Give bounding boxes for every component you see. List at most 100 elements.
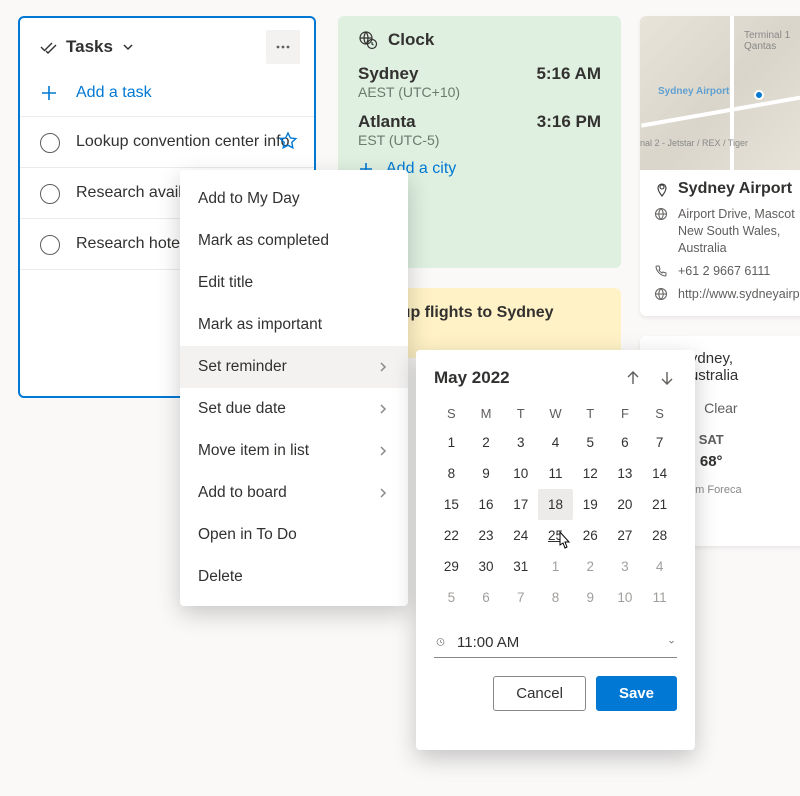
menu-item-label: Add to board: [198, 484, 287, 502]
calendar-day[interactable]: 6: [608, 427, 643, 458]
clock-header: Clock: [358, 30, 601, 50]
calendar-day[interactable]: 6: [469, 582, 504, 613]
weather-now-cond: Clear: [704, 400, 737, 416]
add-task-input[interactable]: Add a task: [20, 74, 314, 116]
menu-item-edit-title[interactable]: Edit title: [180, 262, 408, 304]
calendar-day[interactable]: 17: [503, 489, 538, 520]
map-address: Airport Drive, Mascot New South Wales, A…: [678, 206, 796, 257]
calendar-day[interactable]: 7: [642, 427, 677, 458]
calendar-day[interactable]: 8: [538, 582, 573, 613]
calendar-day[interactable]: 26: [573, 520, 608, 551]
arrow-up-icon[interactable]: [623, 368, 643, 388]
calendar-day[interactable]: 12: [573, 458, 608, 489]
menu-item-move-item-in-list[interactable]: Move item in list: [180, 430, 408, 472]
calendar-day[interactable]: 28: [642, 520, 677, 551]
tasks-icon: [38, 37, 58, 57]
more-button[interactable]: [266, 30, 300, 64]
calendar-day[interactable]: 2: [573, 551, 608, 582]
dow-header: S: [434, 400, 469, 427]
tasks-title-text: Tasks: [66, 37, 113, 57]
calendar-day[interactable]: 21: [642, 489, 677, 520]
calendar-day[interactable]: 14: [642, 458, 677, 489]
calendar-day[interactable]: 20: [608, 489, 643, 520]
menu-item-label: Set due date: [198, 400, 286, 418]
arrow-down-icon[interactable]: [657, 368, 677, 388]
task-checkbox[interactable]: [40, 235, 60, 255]
star-icon[interactable]: [278, 131, 298, 151]
calendar-day[interactable]: 16: [469, 489, 504, 520]
calendar-day[interactable]: 29: [434, 551, 469, 582]
calendar-day[interactable]: 8: [434, 458, 469, 489]
calendar-day[interactable]: 19: [573, 489, 608, 520]
calendar-day[interactable]: 13: [608, 458, 643, 489]
menu-item-set-reminder[interactable]: Set reminder: [180, 346, 408, 388]
calendar-day[interactable]: 2: [469, 427, 504, 458]
clock-city-tz: AEST (UTC+10): [358, 84, 601, 100]
clock-city-time: 3:16 PM: [537, 112, 601, 132]
calendar-day[interactable]: 10: [503, 458, 538, 489]
link-icon: [654, 287, 668, 301]
map-url[interactable]: http://www.sydneyairport.com: [678, 286, 800, 303]
task-checkbox[interactable]: [40, 184, 60, 204]
menu-item-label: Set reminder: [198, 358, 287, 376]
calendar-day[interactable]: 4: [642, 551, 677, 582]
calendar-day[interactable]: 11: [538, 458, 573, 489]
task-checkbox[interactable]: [40, 133, 60, 153]
calendar-day[interactable]: 11: [642, 582, 677, 613]
calendar-day[interactable]: 1: [434, 427, 469, 458]
clock-icon: [436, 633, 445, 651]
map-poi-label: nal 2 - Jetstar / REX / Tiger: [640, 138, 748, 148]
dow-header: F: [608, 400, 643, 427]
menu-item-mark-as-important[interactable]: Mark as important: [180, 304, 408, 346]
menu-item-add-to-board[interactable]: Add to board: [180, 472, 408, 514]
task-item[interactable]: Lookup convention center info: [20, 116, 314, 167]
menu-item-open-in-to-do[interactable]: Open in To Do: [180, 514, 408, 556]
calendar-day[interactable]: 15: [434, 489, 469, 520]
calendar-day[interactable]: 27: [608, 520, 643, 551]
calendar-day[interactable]: 31: [503, 551, 538, 582]
clock-city-name: Atlanta: [358, 112, 416, 132]
map-phone: +61 2 9667 6111: [678, 263, 770, 280]
calendar-day[interactable]: 9: [469, 458, 504, 489]
phone-icon: [654, 264, 668, 278]
plus-icon: [40, 84, 58, 102]
cancel-button[interactable]: Cancel: [493, 676, 586, 711]
chevron-down-icon: [121, 40, 135, 54]
menu-item-set-due-date[interactable]: Set due date: [180, 388, 408, 430]
time-input[interactable]: [457, 634, 656, 651]
menu-item-label: Add to My Day: [198, 190, 300, 208]
dow-header: S: [642, 400, 677, 427]
location-icon: [654, 182, 670, 198]
time-input-row[interactable]: [434, 627, 677, 658]
menu-item-add-to-my-day[interactable]: Add to My Day: [180, 178, 408, 220]
save-button[interactable]: Save: [596, 676, 677, 711]
calendar-day[interactable]: 18: [538, 489, 573, 520]
calendar-day[interactable]: 10: [608, 582, 643, 613]
calendar-day[interactable]: 25: [538, 520, 573, 551]
calendar-day[interactable]: 5: [434, 582, 469, 613]
weather-day: SAT 68°: [699, 432, 724, 470]
calendar-day[interactable]: 3: [608, 551, 643, 582]
calendar-day[interactable]: 1: [538, 551, 573, 582]
weather-day-name: SAT: [699, 432, 724, 447]
calendar-day[interactable]: 3: [503, 427, 538, 458]
tasks-title[interactable]: Tasks: [38, 37, 135, 57]
calendar-day[interactable]: 30: [469, 551, 504, 582]
map-thumbnail[interactable]: Terminal 1 Qantas Sydney Airport nal 2 -…: [640, 16, 800, 170]
calendar-day[interactable]: 22: [434, 520, 469, 551]
menu-item-label: Delete: [198, 568, 243, 586]
calendar-day[interactable]: 24: [503, 520, 538, 551]
menu-item-label: Edit title: [198, 274, 253, 292]
datepicker-month[interactable]: May 2022: [434, 368, 510, 388]
menu-item-label: Move item in list: [198, 442, 309, 460]
menu-item-mark-as-completed[interactable]: Mark as completed: [180, 220, 408, 262]
calendar-day[interactable]: 5: [573, 427, 608, 458]
map-pin-icon: [754, 90, 764, 100]
calendar-day[interactable]: 7: [503, 582, 538, 613]
chevron-down-icon[interactable]: [668, 635, 675, 649]
calendar-day[interactable]: 4: [538, 427, 573, 458]
calendar-day[interactable]: 9: [573, 582, 608, 613]
menu-item-delete[interactable]: Delete: [180, 556, 408, 598]
tasks-header: Tasks: [20, 24, 314, 74]
calendar-day[interactable]: 23: [469, 520, 504, 551]
